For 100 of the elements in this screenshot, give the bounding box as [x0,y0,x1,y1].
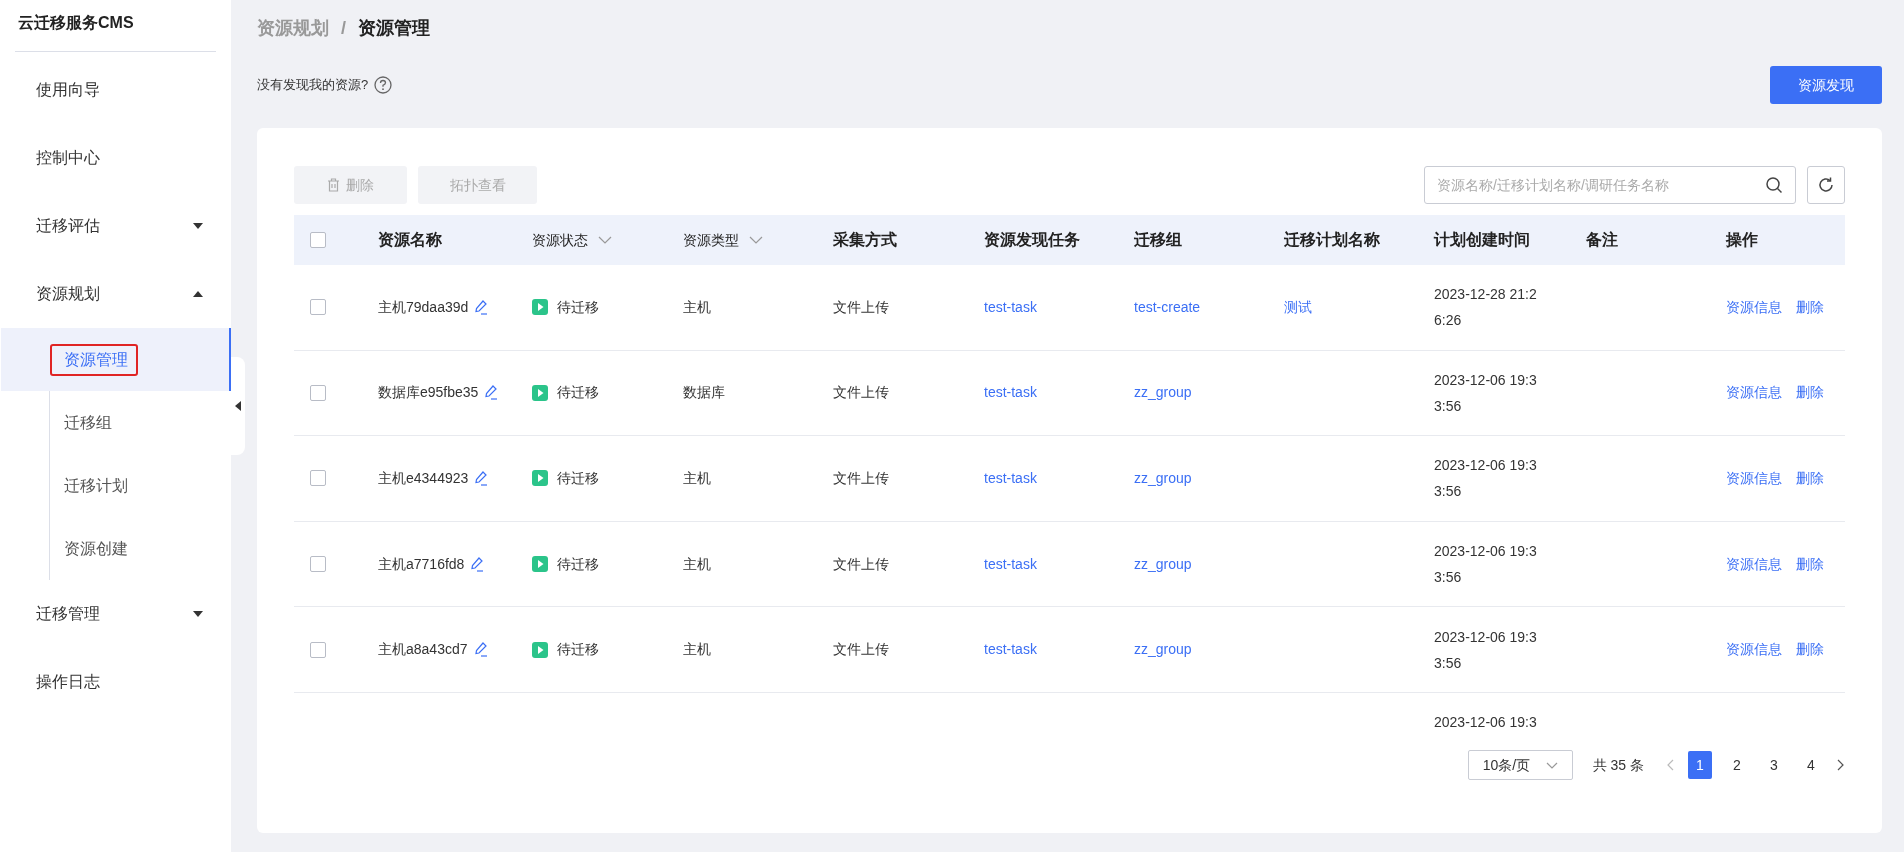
help-icon[interactable] [374,76,393,94]
caret-icon [193,611,203,617]
collapse-handle[interactable] [231,357,245,455]
method-text: 文件上传 [833,554,889,574]
method-text: 文件上传 [833,297,889,317]
chevron-down-icon[interactable] [598,236,612,244]
play-status-icon [532,641,548,658]
action-link[interactable]: 资源信息 [1726,639,1782,661]
play-status-icon [532,299,548,316]
date-text: 3:56 [1434,653,1462,673]
task-link[interactable]: test-task [984,639,1037,661]
action-link[interactable]: 删除 [1796,382,1824,404]
page-button[interactable]: 3 [1762,751,1786,779]
status-text: 待迁移 [557,554,599,574]
action-link[interactable]: 删除 [1796,468,1824,489]
nav-item[interactable]: 操作日志 [0,648,231,716]
search-input[interactable]: 资源名称/迁移计划名称/调研任务名称 [1437,174,1765,196]
nav-item[interactable]: 控制中心 [0,124,231,192]
play-status-icon [532,384,548,401]
nav-subitem[interactable]: 资源管理 [1,328,231,391]
nav-subitem[interactable]: 资源创建 [1,517,231,580]
refresh-button[interactable] [1807,166,1845,204]
group-link[interactable]: zz_group [1134,468,1192,489]
page-button[interactable]: 2 [1725,751,1749,779]
checkbox[interactable] [310,299,326,316]
page-button[interactable]: 4 [1799,751,1823,779]
date-text: 2023-12-28 21:2 [1434,285,1537,305]
pencil-icon[interactable] [474,299,489,315]
nav-item[interactable]: 使用向导 [0,56,231,124]
checkbox[interactable] [310,556,326,573]
checkbox[interactable] [310,232,326,248]
action-link[interactable]: 资源信息 [1726,296,1782,318]
type-text: 主机 [683,297,711,317]
status-text: 待迁移 [557,383,599,403]
resource-name: 主机79daa39d [378,297,469,317]
breadcrumb-item: 资源管理 [358,16,430,40]
resource-name: 主机e4344923 [378,469,469,488]
hint-text: 没有发现我的资源? [257,76,369,95]
nav-item[interactable]: 迁移管理 [0,580,231,648]
column-header: 资源发现任务 [984,230,1080,250]
breadcrumb-item[interactable]: 资源规划 [257,14,329,42]
resource-name: 数据库e95fbe35 [378,383,479,403]
nav-item[interactable]: 资源规划 [0,260,231,328]
resource-name: 主机a8a43cd7 [378,640,468,660]
date-text: 3:56 [1434,482,1462,502]
checkbox[interactable] [310,641,326,658]
plan-link[interactable]: 测试 [1284,298,1312,315]
action-link[interactable]: 资源信息 [1726,382,1782,404]
status-text: 待迁移 [557,640,599,660]
action-link[interactable]: 删除 [1796,296,1824,318]
chevron-right-icon[interactable] [1837,759,1845,771]
nav-subitem[interactable]: 迁移计划 [1,454,231,517]
pencil-icon[interactable] [470,556,485,572]
nav-item[interactable]: 迁移评估 [0,192,231,260]
resource-name: 主机a7716fd8 [378,554,465,574]
play-status-icon [532,470,548,487]
task-link[interactable]: test-task [984,468,1037,489]
pencil-icon[interactable] [474,471,489,486]
nav-subitem[interactable]: 迁移组 [1,391,231,454]
checkbox[interactable] [310,470,326,487]
page-button[interactable]: 1 [1688,751,1712,779]
pencil-icon[interactable] [473,642,488,658]
action-link[interactable]: 资源信息 [1726,553,1782,575]
date-text: 2023-12-06 19:3 [1434,456,1537,476]
refresh-icon [1817,176,1835,194]
method-text: 文件上传 [833,469,889,488]
total-count: 共 35 条 [1592,755,1644,775]
date-text: 6:26 [1434,311,1462,331]
trash-icon [327,178,340,192]
group-link[interactable]: zz_group [1134,639,1192,661]
column-header: 计划创建时间 [1434,230,1530,250]
chevron-down-icon[interactable] [749,236,763,244]
column-header: 资源类型 [683,230,739,250]
date-text: 3:56 [1434,568,1462,588]
checkbox[interactable] [310,384,326,401]
group-link[interactable]: test-create [1134,296,1201,318]
column-header: 迁移计划名称 [1284,230,1380,250]
action-link[interactable]: 删除 [1796,553,1824,575]
type-text: 主机 [683,554,711,574]
search-icon[interactable] [1765,176,1783,194]
chevron-down-icon [1545,761,1558,769]
page-size-select[interactable]: 10条/页 [1467,750,1573,780]
column-header: 资源状态 [532,230,588,250]
task-link[interactable]: test-task [984,553,1037,575]
task-link[interactable]: test-task [984,296,1037,318]
discover-button[interactable]: 资源发现 [1770,66,1882,104]
status-text: 待迁移 [557,297,599,317]
group-link[interactable]: zz_group [1134,382,1192,404]
action-link[interactable]: 删除 [1796,639,1824,661]
column-header: 资源名称 [378,230,442,250]
pencil-icon[interactable] [484,385,499,401]
group-link[interactable]: zz_group [1134,553,1192,575]
type-text: 主机 [683,469,711,488]
search-box[interactable]: 资源名称/迁移计划名称/调研任务名称 [1424,166,1796,204]
method-text: 文件上传 [833,640,889,660]
column-header: 备注 [1586,230,1618,250]
task-link[interactable]: test-task [984,382,1037,404]
column-header: 迁移组 [1134,230,1182,250]
action-link[interactable]: 资源信息 [1726,468,1782,489]
play-status-icon [532,556,548,573]
